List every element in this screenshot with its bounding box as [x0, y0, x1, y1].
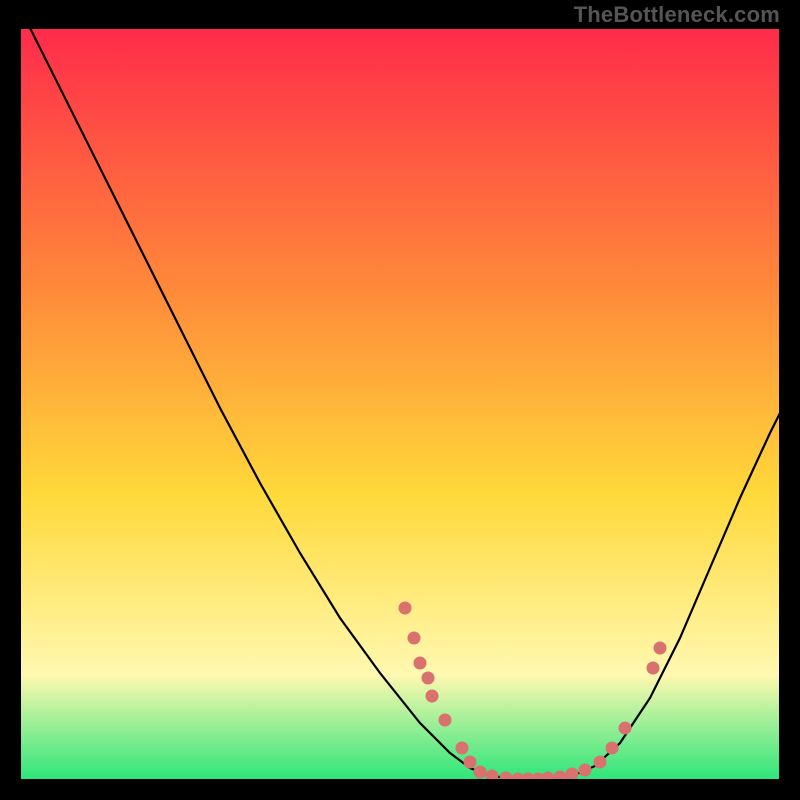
- sample-dot: [426, 690, 439, 703]
- sample-dot: [408, 632, 421, 645]
- sample-dot: [594, 756, 607, 769]
- sample-dot: [464, 756, 477, 769]
- sample-dot: [566, 768, 579, 781]
- chart-svg: [20, 28, 780, 780]
- sample-dot: [619, 722, 632, 735]
- sample-dot: [579, 764, 592, 777]
- sample-dot: [399, 602, 412, 615]
- attribution-label: TheBottleneck.com: [574, 2, 780, 28]
- sample-dot: [654, 642, 667, 655]
- sample-dot: [606, 742, 619, 755]
- sample-dot: [439, 714, 452, 727]
- chart-frame: TheBottleneck.com: [0, 0, 800, 800]
- sample-dot: [422, 672, 435, 685]
- sample-dot: [456, 742, 469, 755]
- sample-dot: [647, 662, 660, 675]
- sample-dot: [414, 657, 427, 670]
- sample-dot: [474, 766, 487, 779]
- plot-area: [20, 28, 780, 780]
